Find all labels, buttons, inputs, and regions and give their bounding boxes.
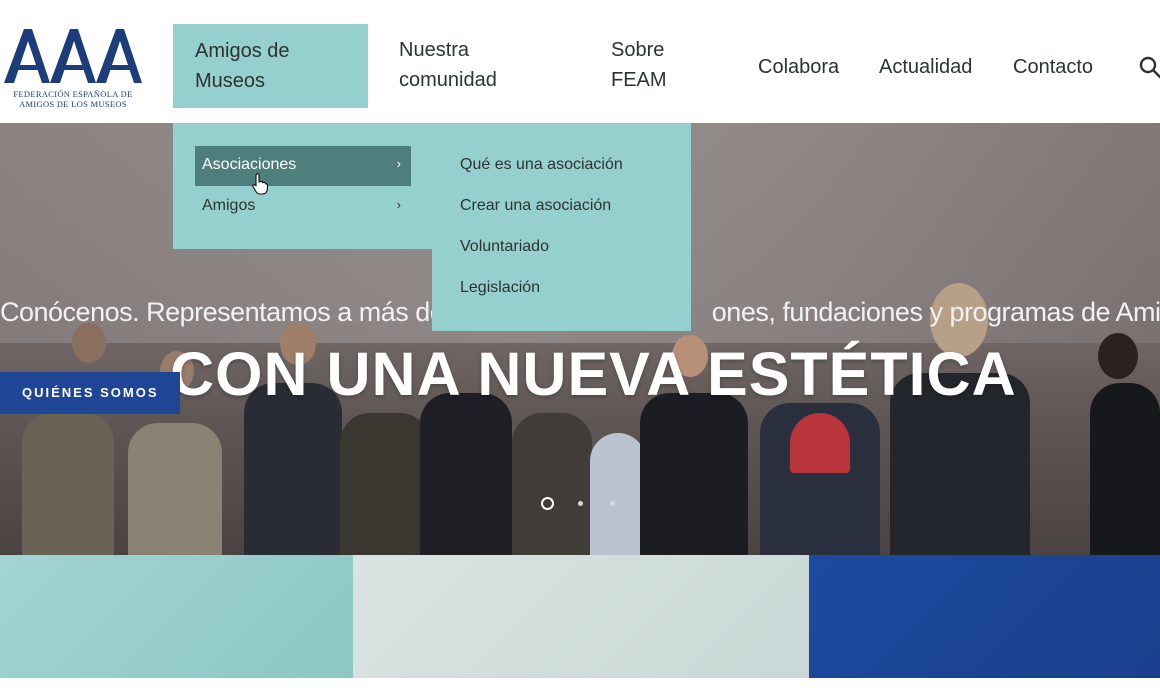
nav-nuestra-comunidad[interactable]: Nuestra comunidad (399, 35, 497, 95)
flyout-item-legislacion[interactable]: Legislación (460, 279, 540, 297)
logo-text-line-2: AMIGOS DE LOS MUSEOS (19, 99, 127, 109)
amigos-de-museos-dropdown: Asociaciones › Amigos › (173, 123, 433, 249)
site-header: FEDERACIÓN ESPAÑOLA DE AMIGOS DE LOS MUS… (0, 17, 1160, 123)
nav-contacto[interactable]: Contacto (1013, 52, 1093, 82)
submenu-item-amigos[interactable]: Amigos › (195, 187, 411, 227)
slide-dot-3[interactable] (610, 501, 615, 506)
submenu-item-label: Asociaciones (202, 156, 297, 173)
nav-amigos-de-museos[interactable]: Amigos de Museos (173, 24, 368, 108)
flyout-item-crear-una-asociacion[interactable]: Crear una asociación (460, 197, 611, 215)
hand-pointer-icon (252, 173, 268, 195)
nav-comunidad-line-2: comunidad (399, 69, 497, 91)
asociaciones-flyout-menu: Qué es una asociación Crear una asociaci… (432, 123, 691, 331)
search-icon[interactable] (1138, 55, 1160, 79)
nav-feam-line-2: FEAM (611, 69, 667, 91)
slide-dot-2[interactable] (578, 501, 583, 506)
submenu-item-asociaciones[interactable]: Asociaciones › (195, 146, 411, 186)
nav-amigos-line-1: Amigos de (195, 40, 290, 62)
hero-lead-part-1: Conócenos. Representamos a más de u (0, 297, 466, 327)
slide-dot-1[interactable] (541, 497, 554, 510)
quienes-somos-button[interactable]: QUIÉNES SOMOS (0, 372, 180, 414)
hero-title: CON UNA NUEVA ESTÉTICA (170, 340, 1017, 408)
submenu-item-label: Amigos (202, 197, 256, 214)
flyout-item-que-es-una-asociacion[interactable]: Qué es una asociación (460, 156, 623, 174)
slider-pagination (541, 497, 621, 511)
feam-logo[interactable]: FEDERACIÓN ESPAÑOLA DE AMIGOS DE LOS MUS… (2, 27, 144, 113)
nav-actualidad[interactable]: Actualidad (879, 52, 972, 82)
logo-text-line-1: FEDERACIÓN ESPAÑOLA DE (13, 89, 133, 99)
nav-comunidad-line-1: Nuestra (399, 39, 470, 61)
logo-mark-icon (4, 29, 142, 83)
chevron-right-icon: › (396, 156, 401, 171)
nav-colabora[interactable]: Colabora (758, 52, 839, 82)
nav-sobre-feam[interactable]: Sobre FEAM (611, 35, 667, 95)
flyout-item-voluntariado[interactable]: Voluntariado (460, 238, 549, 256)
feature-panel-blue[interactable] (809, 555, 1160, 678)
chevron-right-icon: › (396, 197, 401, 212)
nav-feam-line-1: Sobre (611, 39, 665, 61)
hero-lead-part-2: ones, fundaciones y programas de Amigos. (711, 297, 1160, 327)
nav-amigos-line-2: Museos (195, 70, 266, 92)
feature-panel-teal[interactable] (0, 555, 353, 678)
feature-panel-light[interactable] (353, 555, 809, 678)
